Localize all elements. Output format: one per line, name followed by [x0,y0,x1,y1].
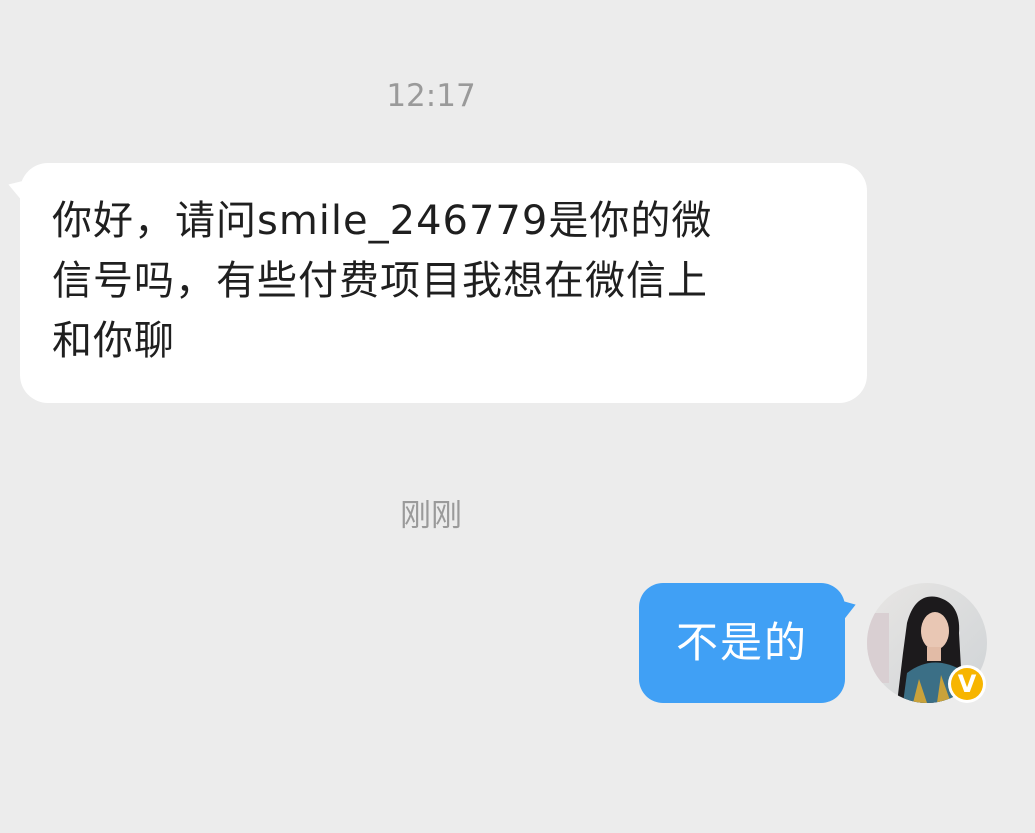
incoming-message-text: 你好，请问smile_246779是你的微 信号吗，有些付费项目我想在微信上 和… [52,198,713,364]
avatar[interactable]: V [867,583,987,703]
incoming-message-bubble[interactable]: 你好，请问smile_246779是你的微 信号吗，有些付费项目我想在微信上 和… [5,163,867,403]
timestamp: 12:17 [386,78,476,114]
timestamp: 刚刚 [400,498,462,534]
outgoing-message-bubble[interactable]: 不是的 [639,583,859,703]
bubble-tail [5,175,27,199]
verified-badge-letter: V [951,668,983,700]
verified-badge-icon: V [948,665,986,703]
outgoing-message-text: 不是的 [675,618,808,667]
